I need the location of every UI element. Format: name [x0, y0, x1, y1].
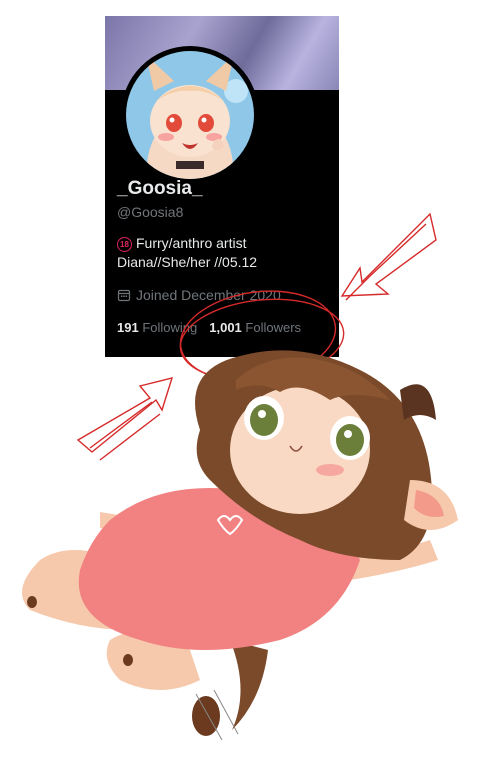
annotation-arrow-hatch — [345, 223, 427, 301]
illustration-overlay — [22, 212, 458, 741]
eye-shine-left — [258, 410, 266, 418]
eye-shine-right — [344, 430, 352, 438]
iris-right — [336, 424, 364, 456]
paw-pad-left — [27, 596, 37, 608]
character-illustration — [22, 350, 458, 741]
paw-pad-right — [123, 654, 133, 666]
iris-left — [250, 404, 278, 436]
annotation-arrow-right — [340, 212, 437, 297]
hair-bow — [400, 384, 436, 420]
character-tail — [230, 640, 268, 730]
annotation-arrow-left-hatch — [89, 401, 161, 461]
blush-right — [316, 464, 344, 476]
